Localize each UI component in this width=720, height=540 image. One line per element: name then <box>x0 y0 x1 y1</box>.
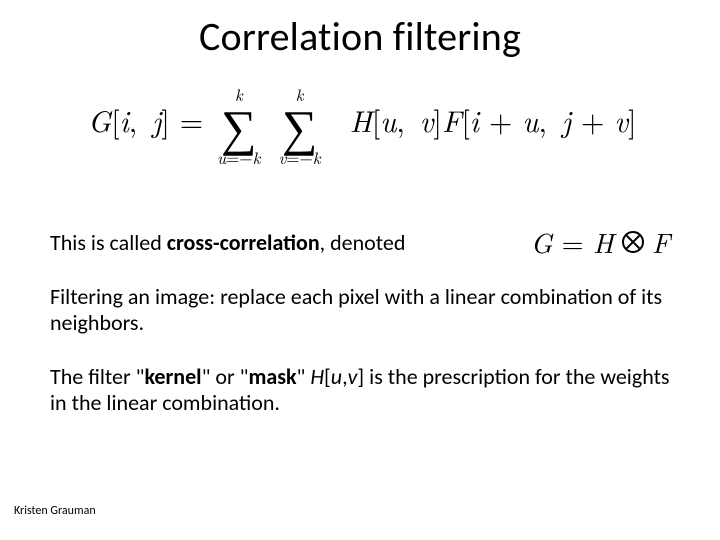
bracket-open: [ <box>372 98 380 141</box>
var-F: F <box>652 222 670 262</box>
comma: , <box>538 98 546 141</box>
sum-lower: v=−k <box>278 149 320 166</box>
cc-text: This is called cross-correlation, denote… <box>50 229 405 256</box>
var-i: i <box>470 98 479 141</box>
equals: = <box>170 98 213 141</box>
sigma-icon: ∑ <box>278 104 320 147</box>
bracket-open: [ <box>111 98 119 141</box>
sigma-icon: ∑ <box>217 104 260 147</box>
plus: + <box>571 98 614 141</box>
var-u: u <box>522 98 538 141</box>
term-kernel: kernel <box>144 363 201 390</box>
var-F: F <box>442 98 462 141</box>
var-i: i <box>120 98 129 141</box>
p2c: " <box>297 363 311 390</box>
bracket-open: [ <box>461 98 469 141</box>
sum-lower-k: k <box>253 145 261 169</box>
bracket-close: ] <box>434 98 442 141</box>
bracket-close: ] <box>161 98 169 141</box>
p2a: The filter " <box>50 363 144 390</box>
var-u: u <box>331 363 342 390</box>
var-j: j <box>152 98 161 141</box>
cc-post: , denoted <box>320 229 406 256</box>
summation-u: k ∑ u=−k <box>217 86 260 166</box>
sum-lower-var: u <box>217 145 226 169</box>
var-H: H <box>310 363 324 390</box>
main-equation: G[i, j] = k ∑ u=−k k ∑ v=−k H[u, v]F[i +… <box>88 86 637 166</box>
sum-lower-neg: − <box>239 145 252 169</box>
slide: Correlation filtering G[i, j] = k ∑ u=−k… <box>0 0 720 540</box>
comma: , <box>396 98 404 141</box>
p2b: " or " <box>202 363 249 390</box>
comma: , <box>129 98 137 141</box>
cc-pre: This is called <box>50 229 167 256</box>
var-u: u <box>380 98 396 141</box>
otimes-icon <box>622 231 644 253</box>
cc-equation: G = H F <box>531 222 670 262</box>
var-v: v <box>348 363 358 390</box>
plus: + <box>479 98 522 141</box>
paragraph-filtering: Filtering an image: replace each pixel w… <box>50 284 670 337</box>
sum-lower-k: k <box>313 145 321 169</box>
sum-lower: u=−k <box>217 149 260 166</box>
bracket-close: ] <box>628 98 636 141</box>
sum-lower-neg: − <box>300 145 313 169</box>
cross-correlation-line: This is called cross-correlation, denote… <box>50 222 680 262</box>
summation-v: k ∑ v=−k <box>278 86 320 166</box>
attribution: Kristen Grauman <box>14 504 96 518</box>
sum-lower-eq: = <box>226 145 239 169</box>
slide-title: Correlation filtering <box>0 12 720 61</box>
term-mask: mask <box>248 363 296 390</box>
var-v: v <box>614 98 628 141</box>
var-H: H <box>593 222 614 262</box>
var-G: G <box>531 222 553 262</box>
bracket-open: [ <box>324 363 331 390</box>
var-H: H <box>350 98 372 141</box>
cc-term: cross-correlation <box>167 229 320 256</box>
paragraph-kernel: The filter "kernel" or "mask" H[u,v] is … <box>50 364 670 417</box>
equals: = <box>552 222 592 262</box>
var-j: j <box>562 98 571 141</box>
var-v: v <box>420 98 434 141</box>
sum-lower-eq: = <box>286 145 299 169</box>
var-G: G <box>88 98 111 141</box>
